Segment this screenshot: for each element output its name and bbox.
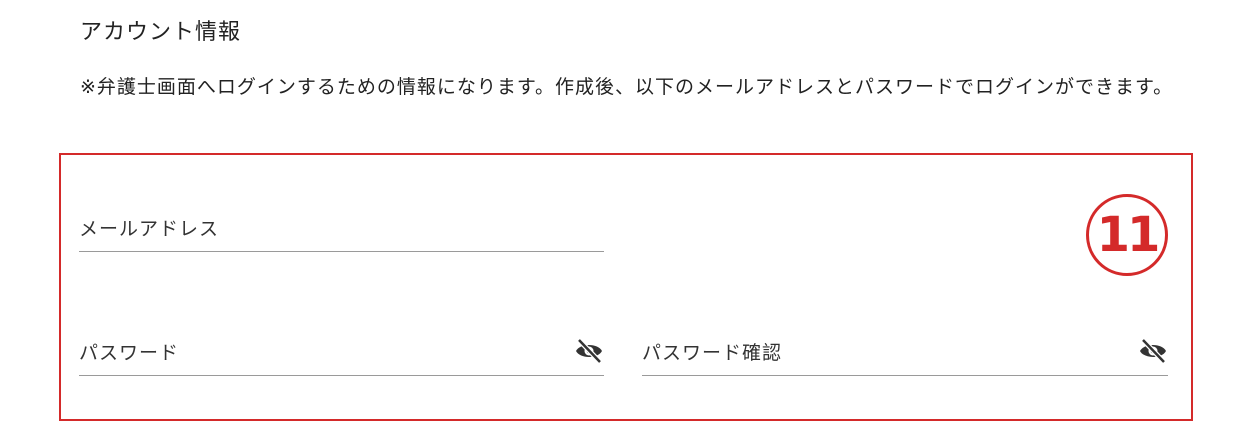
password-confirm-field[interactable]: パスワード確認 <box>642 332 1168 376</box>
section-description: ※弁護士画面へログインするための情報になります。作成後、以下のメールアドレスとパ… <box>80 76 1174 98</box>
eye-off-icon[interactable] <box>1138 338 1168 364</box>
password-input[interactable] <box>79 332 604 375</box>
annotation-highlight-box <box>59 153 1193 421</box>
eye-off-icon[interactable] <box>574 338 604 364</box>
password-field[interactable]: パスワード <box>79 332 604 376</box>
step-number-badge: 11 <box>1086 194 1168 276</box>
password-confirm-input[interactable] <box>642 332 1168 375</box>
email-input[interactable] <box>79 208 604 251</box>
section-title: アカウント情報 <box>80 20 242 45</box>
email-field[interactable]: メールアドレス <box>79 208 604 252</box>
